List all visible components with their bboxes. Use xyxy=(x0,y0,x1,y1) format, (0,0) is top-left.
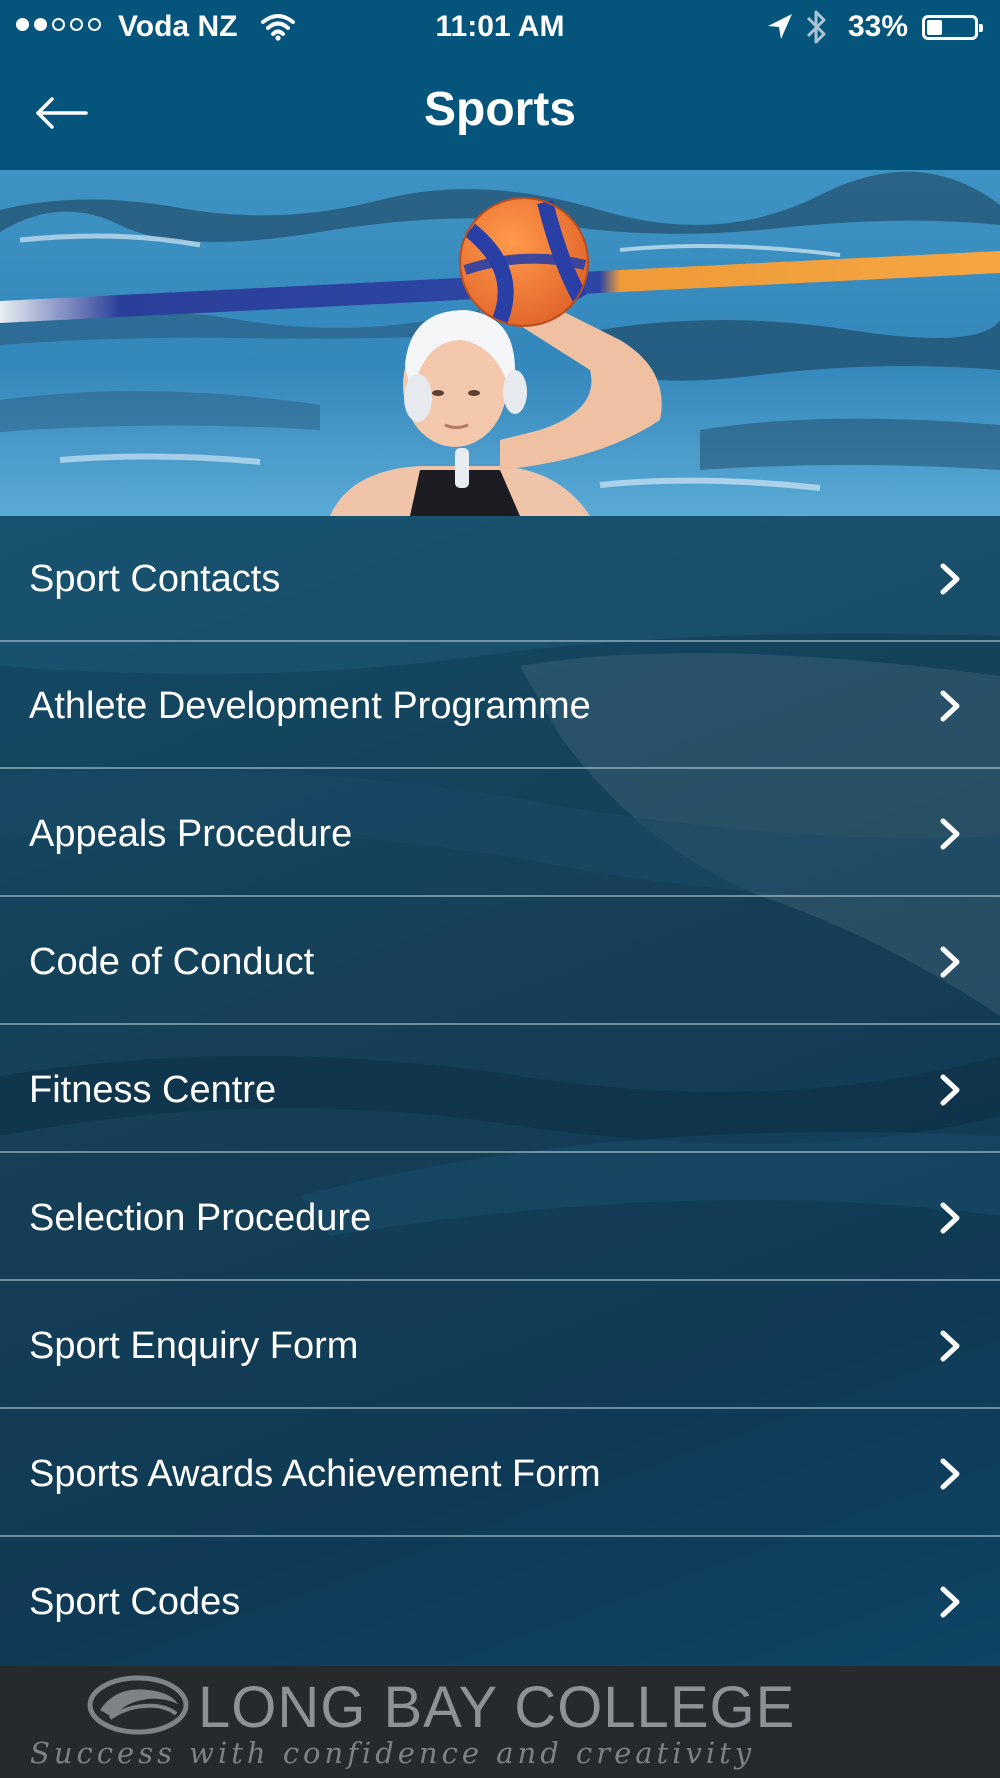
arrow-left-icon xyxy=(36,97,88,129)
menu-item-label: Fitness Centre xyxy=(29,1069,277,1111)
page-title: Sports xyxy=(423,83,576,136)
menu-item-code-of-conduct[interactable]: Code of Conduct xyxy=(0,899,1000,1025)
bluetooth-icon xyxy=(806,10,826,44)
chevron-right-icon xyxy=(940,1586,960,1618)
menu-item-label: Sport Contacts xyxy=(29,558,281,600)
menu-item-sports-awards-form[interactable]: Sports Awards Achievement Form xyxy=(0,1411,1000,1537)
menu-item-label: Code of Conduct xyxy=(29,941,315,983)
menu-item-label: Sports Awards Achievement Form xyxy=(29,1453,601,1495)
menu-item-label: Sport Codes xyxy=(29,1581,241,1623)
menu-item-sport-enquiry-form[interactable]: Sport Enquiry Form xyxy=(0,1283,1000,1409)
chevron-right-icon xyxy=(940,1202,960,1234)
battery-percentage: 33% xyxy=(848,10,909,43)
chevron-right-icon xyxy=(940,818,960,850)
app-screen: Voda NZ 11:01 AM 33% Sports Sport Contac… xyxy=(0,0,1000,1778)
chevron-right-icon xyxy=(940,1458,960,1490)
chevron-right-icon xyxy=(940,690,960,722)
menu-item-label: Athlete Development Programme xyxy=(29,685,591,727)
college-logo-icon xyxy=(87,1675,189,1735)
menu-item-label: Appeals Procedure xyxy=(29,813,353,855)
menu-item-sport-codes[interactable]: Sport Codes xyxy=(0,1539,1000,1665)
chevron-right-icon xyxy=(940,1330,960,1362)
back-button[interactable] xyxy=(30,84,100,142)
menu-item-fitness-centre[interactable]: Fitness Centre xyxy=(0,1027,1000,1153)
menu-item-sport-contacts[interactable]: Sport Contacts xyxy=(0,516,1000,642)
chevron-right-icon xyxy=(940,1074,960,1106)
menu-item-label: Selection Procedure xyxy=(29,1197,372,1239)
menu-item-selection-procedure[interactable]: Selection Procedure xyxy=(0,1155,1000,1281)
water-polo-photo xyxy=(0,170,1000,516)
status-bar: Voda NZ 11:01 AM 33% xyxy=(0,0,1000,56)
battery-tip xyxy=(979,24,983,32)
college-tagline: Success with confidence and creativity xyxy=(30,1736,756,1770)
location-arrow-icon xyxy=(768,14,792,39)
menu-item-appeals-procedure[interactable]: Appeals Procedure xyxy=(0,771,1000,897)
chevron-right-icon xyxy=(940,563,960,595)
battery-level-fill xyxy=(927,20,942,35)
battery-icon xyxy=(922,15,983,40)
college-footer-banner: LONG BAY COLLEGE Success with confidence… xyxy=(0,1666,1000,1778)
navigation-bar: Sports xyxy=(0,56,1000,170)
chevron-right-icon xyxy=(940,946,960,978)
sports-menu-list: Sport Contacts Athlete Development Progr… xyxy=(0,516,1000,1666)
menu-item-label: Sport Enquiry Form xyxy=(29,1325,359,1367)
menu-item-athlete-development[interactable]: Athlete Development Programme xyxy=(0,643,1000,769)
hero-image xyxy=(0,170,1000,516)
college-name: LONG BAY COLLEGE xyxy=(198,1675,796,1740)
